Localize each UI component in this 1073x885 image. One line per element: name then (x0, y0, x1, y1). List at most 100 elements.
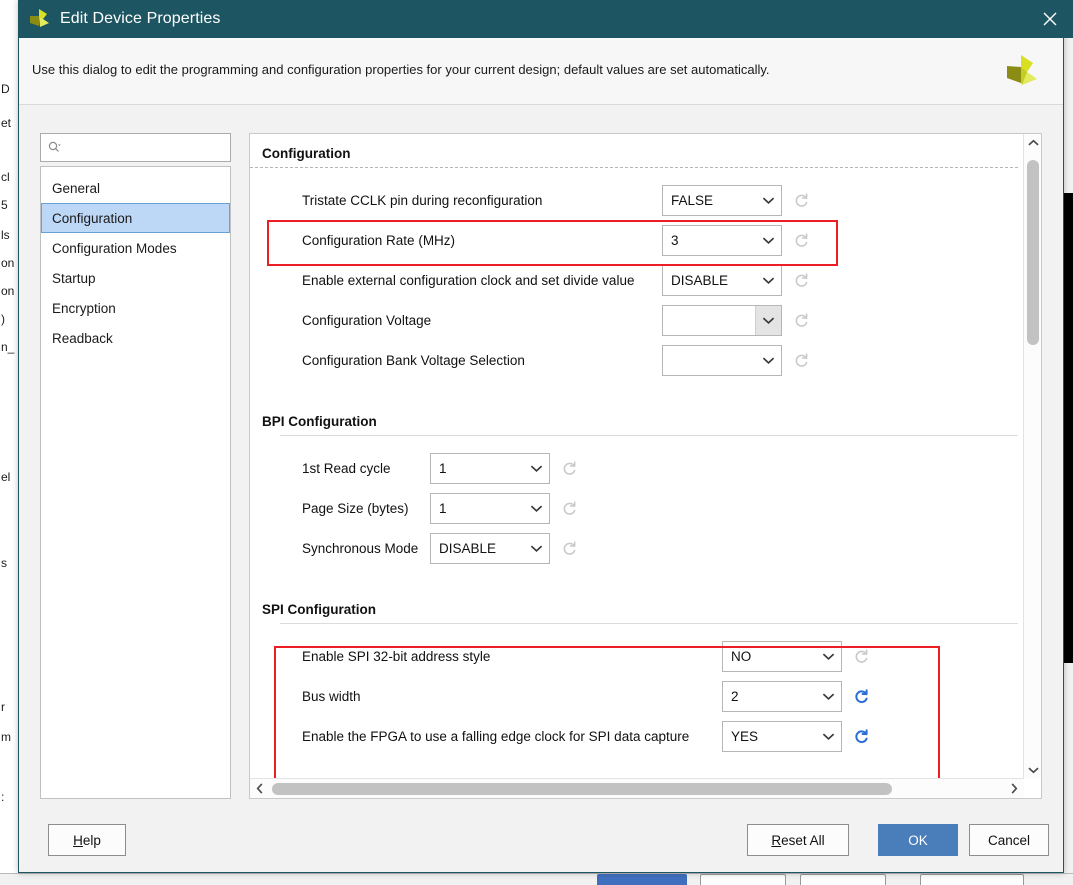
dialog-banner: Use this dialog to edit the programming … (19, 38, 1063, 105)
search-box[interactable] (40, 133, 243, 162)
edit-device-properties-dialog: Use this dialog to edit the programming … (18, 0, 1064, 873)
property-dropdown[interactable] (662, 344, 782, 376)
close-icon[interactable] (1027, 0, 1073, 38)
property-row: Enable the FPGA to use a falling edge cl… (250, 716, 1024, 756)
background-text-fragment: el (1, 470, 11, 484)
chevron-down-icon (523, 494, 549, 523)
property-row: Configuration Bank Voltage Selection (250, 340, 1024, 380)
ok-button[interactable]: OK (878, 824, 958, 856)
sidebar-item-label: Readback (52, 331, 113, 346)
background-text-fragment: : (1, 790, 5, 804)
background-text-fragment: D (1, 82, 10, 96)
properties-content-frame: Configuration Tristate CCLK pin during re… (249, 133, 1042, 799)
reset-all-button[interactable]: Reset All (747, 824, 849, 856)
background-button-2 (700, 874, 786, 885)
sidebar-item-label: Configuration Modes (52, 241, 177, 256)
reset-property-icon[interactable] (561, 500, 578, 517)
chevron-down-icon (755, 266, 781, 295)
property-label: 1st Read cycle (302, 460, 391, 476)
chevron-down-icon (755, 226, 781, 255)
help-button[interactable]: Help (48, 824, 126, 856)
help-button-label: Help (73, 832, 101, 848)
reset-property-icon[interactable] (853, 728, 870, 745)
reset-property-icon[interactable] (793, 352, 810, 369)
vertical-scrollbar-thumb[interactable] (1027, 160, 1039, 345)
property-dropdown-value: 3 (671, 232, 679, 248)
background-text-fragment: n_ (1, 340, 15, 354)
sidebar-item-configuration-modes[interactable]: Configuration Modes (41, 233, 230, 263)
xilinx-logo-icon (1001, 52, 1041, 94)
reset-property-icon[interactable] (853, 648, 870, 665)
property-row: Enable external configuration clock and … (250, 260, 1024, 300)
section-bpi-configuration: BPI Configuration 1st Read cycle 1 Page Siz… (250, 402, 1024, 568)
cancel-button-label: Cancel (987, 832, 1031, 848)
property-label: Synchronous Mode (302, 540, 419, 556)
dialog-footer: Help Reset All OK Cancel (19, 811, 1063, 872)
horizontal-scrollbar-thumb[interactable] (272, 783, 892, 795)
chevron-down-icon (815, 722, 841, 751)
background-dark-region (1063, 193, 1073, 663)
reset-property-icon[interactable] (561, 460, 578, 477)
property-dropdown[interactable]: NO (722, 640, 842, 672)
scroll-right-button[interactable] (1004, 779, 1024, 798)
reset-property-icon[interactable] (793, 312, 810, 329)
xilinx-logo-icon (26, 6, 52, 32)
background-text-fragment: r (1, 700, 5, 714)
horizontal-scrollbar[interactable] (250, 778, 1024, 798)
property-row: Page Size (bytes) 1 (250, 488, 1024, 528)
chevron-down-icon (755, 186, 781, 215)
section-configuration: Configuration Tristate CCLK pin during re… (250, 134, 1024, 380)
reset-property-icon[interactable] (793, 192, 810, 209)
property-dropdown[interactable]: YES (722, 720, 842, 752)
help-button-rest: elp (82, 832, 101, 848)
reset-property-icon[interactable] (793, 232, 810, 249)
property-row: Enable SPI 32-bit address style NO (250, 636, 1024, 676)
background-text-fragment: 5 (1, 198, 8, 212)
property-label: Enable external configuration clock and … (302, 272, 635, 288)
property-dropdown-value: DISABLE (671, 272, 729, 288)
background-button-4 (920, 874, 1024, 885)
property-row: 1st Read cycle 1 (250, 448, 1024, 488)
property-row: Synchronous Mode DISABLE (250, 528, 1024, 568)
property-dropdown[interactable]: FALSE (662, 184, 782, 216)
property-row: Tristate CCLK pin during reconfiguration… (250, 180, 1024, 220)
reset-property-icon[interactable] (793, 272, 810, 289)
property-dropdown-value: 1 (439, 460, 447, 476)
property-dropdown[interactable]: 3 (662, 224, 782, 256)
background-text-fragment: s (1, 556, 7, 570)
property-dropdown-value: DISABLE (439, 540, 497, 556)
sidebar-item-encryption[interactable]: Encryption (41, 293, 230, 323)
dialog-title: Edit Device Properties (60, 10, 221, 27)
search-input[interactable] (61, 139, 243, 156)
property-dropdown-value: 2 (731, 688, 739, 704)
sidebar-item-readback[interactable]: Readback (41, 323, 230, 353)
property-dropdown-value: YES (731, 728, 759, 744)
reset-property-icon[interactable] (561, 540, 578, 557)
section-title: SPI Configuration (262, 602, 376, 617)
properties-scroll-area: Configuration Tristate CCLK pin during re… (250, 134, 1024, 779)
sidebar-item-general[interactable]: General (41, 173, 230, 203)
property-dropdown[interactable] (662, 304, 782, 336)
property-dropdown[interactable]: DISABLE (430, 532, 550, 564)
background-text-fragment: on (1, 284, 15, 298)
sidebar-item-startup[interactable]: Startup (41, 263, 230, 293)
scroll-left-button[interactable] (250, 779, 270, 798)
search-icon (48, 141, 61, 154)
background-text-fragment: ) (1, 312, 5, 326)
property-row: Bus width 2 (250, 676, 1024, 716)
scroll-down-button[interactable] (1024, 761, 1042, 779)
property-dropdown[interactable]: 1 (430, 492, 550, 524)
property-dropdown[interactable]: DISABLE (662, 264, 782, 296)
reset-property-icon[interactable] (853, 688, 870, 705)
property-dropdown[interactable]: 1 (430, 452, 550, 484)
scroll-up-button[interactable] (1024, 134, 1042, 152)
cancel-button[interactable]: Cancel (969, 824, 1049, 856)
background-button-3 (800, 874, 886, 885)
chevron-down-icon (523, 534, 549, 563)
property-dropdown[interactable]: 2 (722, 680, 842, 712)
sidebar-item-configuration[interactable]: Configuration (41, 203, 230, 233)
vertical-scrollbar[interactable] (1023, 134, 1041, 779)
